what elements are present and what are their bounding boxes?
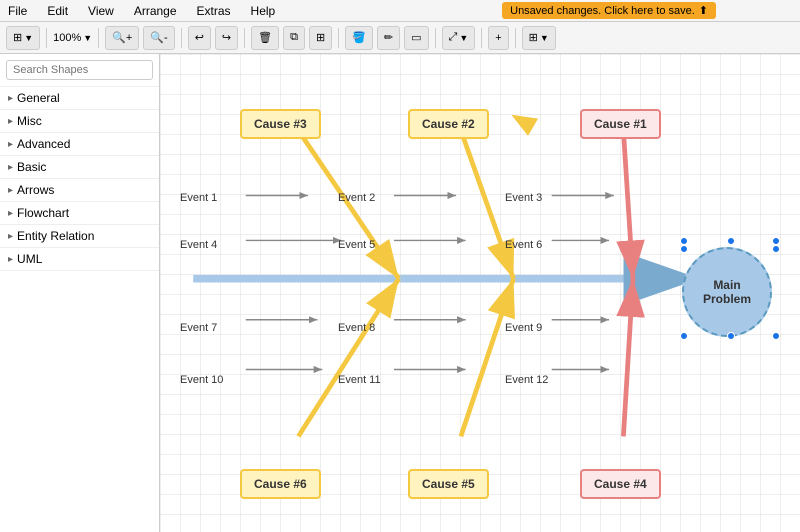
zoom-in-btn[interactable]: 🔍+ (105, 26, 139, 50)
cause-5-box[interactable]: Cause #5 (408, 469, 489, 499)
menu-arrange[interactable]: Arrange (130, 2, 181, 20)
resize-handle-bottom[interactable] (727, 332, 735, 340)
menu-help[interactable]: Help (247, 2, 280, 20)
event-12-label: Event 12 (505, 374, 548, 386)
cause-4-box[interactable]: Cause #4 (580, 469, 661, 499)
cause-3-box[interactable]: Cause #3 (240, 109, 321, 139)
chevron-right-icon: ▸ (8, 185, 13, 196)
sep5 (338, 28, 339, 48)
sep6 (435, 28, 436, 48)
event-3-label: Event 3 (505, 192, 542, 204)
resize-handle-topright[interactable] (772, 237, 780, 245)
sep1 (46, 28, 47, 48)
sidebar-item-advanced[interactable]: ▸ Advanced (0, 133, 159, 156)
search-box (0, 54, 159, 87)
main-problem-circle[interactable]: Main Problem (682, 247, 772, 337)
event-6-label: Event 6 (505, 239, 542, 251)
sep7 (481, 28, 482, 48)
shape-btn[interactable]: ▭ (404, 26, 428, 50)
resize-handle-top[interactable] (727, 237, 735, 245)
chevron-right-icon: ▸ (8, 231, 13, 242)
page-btn[interactable]: ⊞ ▼ (6, 26, 40, 50)
main-area: ▸ General ▸ Misc ▸ Advanced ▸ Basic ▸ Ar… (0, 54, 800, 532)
line-btn[interactable]: ✏ (377, 26, 400, 50)
event-7-label: Event 7 (180, 322, 217, 334)
sidebar-item-basic[interactable]: ▸ Basic (0, 156, 159, 179)
sidebar-item-arrows[interactable]: ▸ Arrows (0, 179, 159, 202)
event-8-label: Event 8 (338, 322, 375, 334)
sep4 (244, 28, 245, 48)
chevron-right-icon: ▸ (8, 208, 13, 219)
resize-handle-bottomright[interactable] (772, 332, 780, 340)
resize-handle-bottomleft[interactable] (680, 332, 688, 340)
canvas[interactable]: Cause #3 Cause #2 Cause #1 Cause #6 Caus… (160, 54, 800, 532)
sidebar: ▸ General ▸ Misc ▸ Advanced ▸ Basic ▸ Ar… (0, 54, 160, 532)
chevron-right-icon: ▸ (8, 116, 13, 127)
menu-edit[interactable]: Edit (43, 2, 72, 20)
sidebar-item-flowchart[interactable]: ▸ Flowchart (0, 202, 159, 225)
event-10-label: Event 10 (180, 374, 223, 386)
event-11-label: Event 11 (338, 374, 381, 386)
unsaved-indicator (501, 97, 558, 153)
resize-handle-left[interactable] (680, 245, 688, 253)
chevron-right-icon: ▸ (8, 162, 13, 173)
event-9-label: Event 9 (505, 322, 542, 334)
menu-file[interactable]: File (4, 2, 31, 20)
sidebar-item-misc[interactable]: ▸ Misc (0, 110, 159, 133)
menu-bar: File Edit View Arrange Extras Help Unsav… (0, 0, 800, 22)
event-1-label: Event 1 (180, 192, 217, 204)
sidebar-item-general[interactable]: ▸ General (0, 87, 159, 110)
sep3 (181, 28, 182, 48)
menu-extras[interactable]: Extras (193, 2, 235, 20)
redo-btn[interactable]: ↪ (215, 26, 238, 50)
event-2-label: Event 2 (338, 192, 375, 204)
search-input[interactable] (6, 60, 153, 80)
delete-btn[interactable]: 🗑 (251, 26, 279, 50)
menu-view[interactable]: View (84, 2, 118, 20)
sep2 (98, 28, 99, 48)
zoom-out-btn[interactable]: 🔍- (143, 26, 174, 50)
copy-btn[interactable]: ⧉ (283, 26, 305, 50)
resize-handle-topleft[interactable] (680, 237, 688, 245)
sidebar-item-uml[interactable]: ▸ UML (0, 248, 159, 271)
waypoint-btn[interactable]: ⤢ ▼ (442, 26, 476, 50)
cause-2-box[interactable]: Cause #2 (408, 109, 489, 139)
chevron-right-icon: ▸ (8, 139, 13, 150)
chevron-right-icon: ▸ (8, 93, 13, 104)
cause-6-box[interactable]: Cause #6 (240, 469, 321, 499)
event-5-label: Event 5 (338, 239, 375, 251)
unsaved-banner[interactable]: Unsaved changes. Click here to save. ⬆ (502, 2, 716, 19)
zoom-control[interactable]: 100% ▼ (53, 32, 92, 44)
fill-btn[interactable]: 🪣 (345, 26, 373, 50)
cause-1-box[interactable]: Cause #1 (580, 109, 661, 139)
add-btn[interactable]: + (488, 26, 508, 50)
format-btn[interactable]: ⊞ ▼ (522, 26, 556, 50)
chevron-right-icon: ▸ (8, 254, 13, 265)
clone-btn[interactable]: ⊞ (309, 26, 332, 50)
sidebar-item-entity-relation[interactable]: ▸ Entity Relation (0, 225, 159, 248)
toolbar: ⊞ ▼ 100% ▼ 🔍+ 🔍- ↩ ↪ 🗑 ⧉ ⊞ 🪣 ✏ ▭ ⤢ ▼ + ⊞… (0, 22, 800, 54)
event-4-label: Event 4 (180, 239, 217, 251)
resize-handle-right[interactable] (772, 245, 780, 253)
sep8 (515, 28, 516, 48)
undo-btn[interactable]: ↩ (188, 26, 211, 50)
